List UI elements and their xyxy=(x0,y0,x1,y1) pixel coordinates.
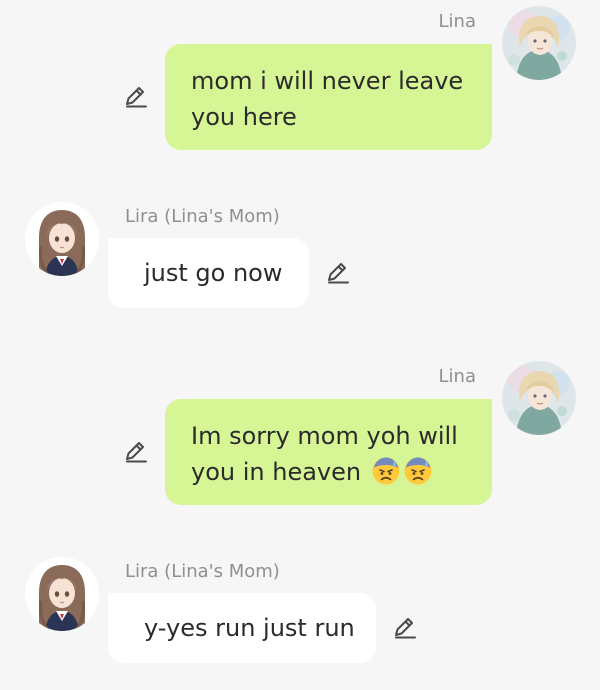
edit-pencil-icon[interactable] xyxy=(325,260,351,286)
sender-name: Lina xyxy=(438,366,476,387)
message-text-line: you in heaven xyxy=(191,454,466,490)
edit-pencil-icon[interactable] xyxy=(123,84,149,110)
lina-avatar[interactable] xyxy=(502,361,576,435)
message-lira-2: Lira (Lina's Mom) y-yes run just run xyxy=(0,545,600,685)
message-text-segment: you in heaven xyxy=(191,458,362,486)
downcast-face-with-sweat-icon xyxy=(371,456,401,486)
message-lira-1: Lira (Lina's Mom) just go now xyxy=(0,190,600,320)
sender-name: Lina xyxy=(438,11,476,32)
message-bubble: mom i will never leave you here xyxy=(165,44,492,150)
sender-name: Lira (Lina's Mom) xyxy=(125,561,280,582)
message-text-line: you here xyxy=(191,103,297,131)
message-lina-2: Lina Im sorry mom yoh will you in heaven xyxy=(0,355,600,515)
lina-avatar[interactable] xyxy=(502,6,576,80)
message-bubble: just go now xyxy=(108,238,309,308)
message-lina-1: Lina mom i will never leave you here xyxy=(0,0,600,160)
message-text-line: y-yes run just run xyxy=(144,614,355,642)
message-bubble: Im sorry mom yoh will you in heaven xyxy=(165,399,492,505)
edit-pencil-icon[interactable] xyxy=(392,615,418,641)
lira-avatar[interactable] xyxy=(25,202,99,276)
sender-name: Lira (Lina's Mom) xyxy=(125,206,280,227)
edit-pencil-icon[interactable] xyxy=(123,439,149,465)
message-text-line: Im sorry mom yoh will xyxy=(191,422,458,450)
lira-avatar[interactable] xyxy=(25,557,99,631)
downcast-face-with-sweat-icon xyxy=(403,456,433,486)
message-text-line: just go now xyxy=(144,259,283,287)
message-bubble: y-yes run just run xyxy=(108,593,376,663)
message-text-line: mom i will never leave xyxy=(191,67,464,95)
